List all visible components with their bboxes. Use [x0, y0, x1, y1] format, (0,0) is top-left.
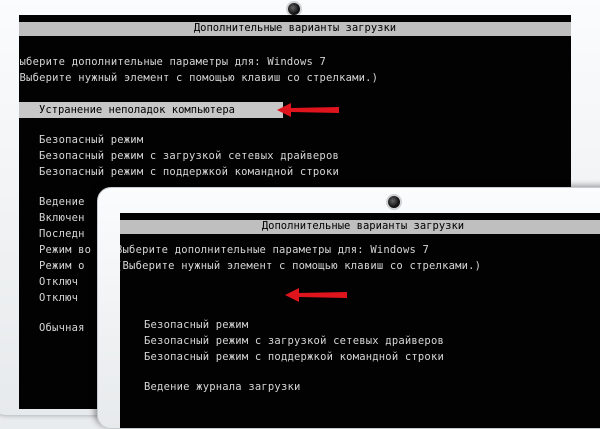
front-menu-item-safe-mode-cmd[interactable]: Безопасный режим с поддержкой командной …: [144, 350, 444, 366]
front-hint: (Выберите нужный элемент с помощью клави…: [120, 260, 482, 272]
front-menu-item-safe-mode-network[interactable]: Безопасный режим с загрузкой сетевых дра…: [144, 334, 444, 350]
back-menu-title: Дополнительные варианты загрузки: [19, 22, 571, 36]
front-menu-title: Дополнительные варианты загрузки: [120, 220, 600, 234]
front-menu-item-boot-log[interactable]: Ведение журнала загрузки: [144, 380, 301, 396]
red-arrow-icon: [277, 103, 339, 117]
front-menu-item-safe-mode[interactable]: Безопасный режим: [144, 318, 248, 334]
back-menu-item-safe-mode[interactable]: Безопасный режим: [39, 133, 143, 149]
front-prompt: Выберите дополнительные параметры для: W…: [120, 244, 430, 256]
back-menu-item-partial[interactable]: Ведение: [39, 195, 85, 211]
back-menu-item-partial[interactable]: Режим о: [39, 259, 85, 275]
back-menu-item-partial[interactable]: Отключ: [39, 275, 78, 291]
back-menu-item-partial[interactable]: Включен: [39, 211, 85, 227]
webcam-icon: [386, 194, 402, 210]
back-hint: (Выберите нужный элемент с помощью клави…: [19, 72, 379, 84]
back-menu-item-safe-mode-cmd[interactable]: Безопасный режим с поддержкой командной …: [39, 165, 339, 181]
front-boot-menu-screen: Дополнительные варианты загрузки Выберит…: [120, 213, 600, 428]
front-laptop-bezel: Дополнительные варианты загрузки Выберит…: [97, 187, 600, 429]
back-menu-item-safe-mode-network[interactable]: Безопасный режим с загрузкой сетевых дра…: [39, 149, 339, 165]
back-menu-item-partial[interactable]: Последн: [39, 227, 85, 243]
back-selected-item-troubleshoot[interactable]: Устранение неполадок компьютера: [19, 102, 283, 118]
back-menu-item-normal[interactable]: Обычная: [39, 321, 85, 337]
back-menu-item-partial[interactable]: Режим во: [39, 243, 91, 259]
back-prompt: Выберите дополнительные параметры для: W…: [19, 56, 327, 68]
red-arrow-icon: [285, 288, 347, 302]
back-menu-item-partial[interactable]: Отключ: [39, 291, 78, 307]
